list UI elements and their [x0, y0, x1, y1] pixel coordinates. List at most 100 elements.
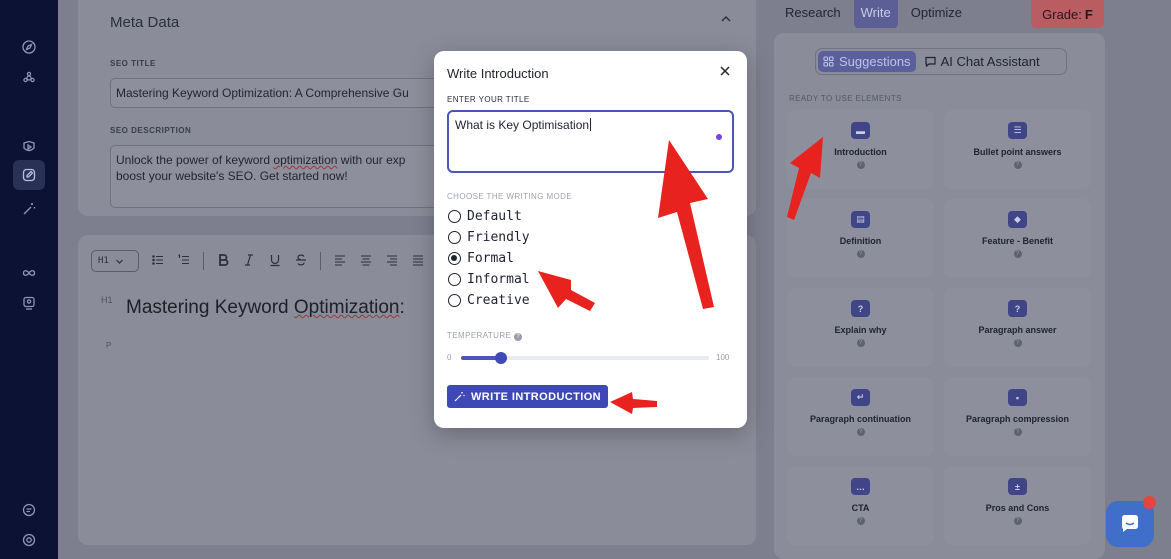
underline-icon[interactable] — [268, 253, 282, 270]
magic-wand-icon — [454, 392, 465, 402]
slider-thumb[interactable] — [494, 352, 507, 364]
infinity-icon[interactable] — [18, 262, 40, 284]
tile-feature-benefit[interactable]: ◆ Feature - Benefit ? — [944, 199, 1091, 278]
mode-friendly[interactable]: Friendly — [448, 230, 530, 245]
title-input-label: ENTER YOUR TITLE — [447, 95, 530, 104]
mode-label: Default — [467, 209, 522, 224]
italic-icon[interactable] — [242, 253, 256, 270]
mode-label: Formal — [467, 251, 514, 266]
write-introduction-button[interactable]: WRITE INTRODUCTION — [447, 385, 608, 408]
editor-toolbar: H1 — [91, 249, 425, 273]
ai-chat-label: AI Chat Assistant — [940, 54, 1040, 69]
help-icon[interactable]: ? — [856, 250, 865, 258]
tile-paragraph-answer[interactable]: ? Paragraph answer ? — [944, 288, 1091, 367]
notification-dot — [1143, 496, 1156, 509]
paragraph-answer-icon: ? — [1008, 300, 1027, 317]
shield-play-icon[interactable] — [18, 136, 40, 158]
edit-icon[interactable] — [13, 160, 45, 190]
seo-description-label: SEO DESCRIPTION — [110, 126, 192, 135]
tab-optimize[interactable]: Optimize — [904, 0, 969, 28]
editor-heading-text-c: : — [399, 297, 405, 318]
ready-elements-label: READY TO USE ELEMENTS — [789, 94, 902, 103]
align-left-icon[interactable] — [333, 253, 347, 270]
slider-min: 0 — [447, 353, 452, 362]
heading-select[interactable]: H1 — [91, 250, 139, 272]
bold-icon[interactable] — [216, 253, 230, 270]
tile-label: Pros and Cons — [985, 503, 1050, 513]
tile-explain-why[interactable]: ? Explain why ? — [787, 288, 934, 367]
suggestions-toggle[interactable]: Suggestions — [818, 51, 916, 72]
chevron-up-icon[interactable] — [720, 12, 732, 24]
write-introduction-label: WRITE INTRODUCTION — [470, 390, 602, 403]
align-right-icon[interactable] — [385, 253, 399, 270]
paragraph-compression-icon: ▪ — [1008, 389, 1027, 406]
editor-heading[interactable]: Mastering Keyword Optimization: — [126, 297, 405, 319]
editor-heading-text-a: Mastering Keyword — [126, 297, 294, 318]
mode-label: Informal — [467, 272, 530, 287]
help-icon[interactable]: ? — [1013, 339, 1022, 347]
tile-definition[interactable]: ▤ Definition ? — [787, 199, 934, 278]
tile-paragraph-compression[interactable]: ▪ Paragraph compression ? — [944, 377, 1091, 456]
help-icon[interactable]: ? — [514, 333, 523, 341]
radio-button[interactable] — [448, 273, 461, 286]
close-icon[interactable] — [718, 64, 732, 78]
tile-label: Introduction — [834, 147, 887, 157]
help-circle-icon[interactable] — [18, 529, 40, 551]
chat-icon[interactable] — [18, 499, 40, 521]
temperature-slider[interactable] — [461, 352, 709, 364]
mode-label: Creative — [467, 293, 530, 308]
bullet-list-icon: ☰ — [1008, 122, 1027, 139]
numbered-list-icon[interactable] — [177, 253, 191, 270]
writing-mode-label: CHOOSE THE WRITING MODE — [447, 192, 573, 201]
mode-formal[interactable]: Formal — [448, 251, 514, 266]
tile-bullet-point-answers[interactable]: ☰ Bullet point answers ? — [944, 110, 1091, 189]
seo-title-label: SEO TITLE — [110, 59, 156, 68]
align-center-icon[interactable] — [359, 253, 373, 270]
radio-button[interactable] — [448, 231, 461, 244]
mode-informal[interactable]: Informal — [448, 272, 530, 287]
seo-description-text-a: Unlock the power of keyword — [116, 153, 274, 167]
editor-heading-text-b: Optimization — [293, 297, 400, 318]
suggestions-panel: Suggestions AI Chat Assistant READY TO U… — [774, 33, 1105, 559]
feature-benefit-icon: ◆ — [1008, 211, 1027, 228]
bullet-list-icon[interactable] — [151, 253, 165, 270]
help-icon[interactable]: ? — [1013, 517, 1022, 525]
tile-introduction[interactable]: ▬ Introduction ? — [787, 110, 934, 189]
tile-pros-and-cons[interactable]: ± Pros and Cons ? — [944, 466, 1091, 545]
tile-label: Definition — [839, 236, 882, 246]
mode-default[interactable]: Default — [448, 209, 522, 224]
strikethrough-icon[interactable] — [294, 253, 308, 270]
help-icon[interactable]: ? — [1013, 428, 1022, 436]
pros-cons-icon: ± — [1008, 478, 1027, 495]
tab-research[interactable]: Research — [778, 0, 848, 28]
help-icon[interactable]: ? — [856, 161, 865, 169]
radio-button[interactable] — [448, 294, 461, 307]
magic-wand-icon[interactable] — [18, 198, 40, 220]
chat-bubble-icon — [1122, 515, 1138, 532]
left-rail — [0, 0, 58, 559]
tile-paragraph-continuation[interactable]: ↵ Paragraph continuation ? — [787, 377, 934, 456]
definition-icon: ▤ — [851, 211, 870, 228]
top-tabs: Research Write Optimize — [778, 0, 969, 28]
grammar-dot-icon — [716, 134, 722, 140]
mode-creative[interactable]: Creative — [448, 293, 530, 308]
radio-button[interactable] — [448, 210, 461, 223]
help-icon[interactable]: ? — [856, 339, 865, 347]
title-input[interactable]: What is Key Optimisation — [447, 110, 734, 173]
radio-button-checked[interactable] — [448, 252, 461, 265]
tile-label: Bullet point answers — [973, 147, 1062, 157]
tab-write[interactable]: Write — [853, 0, 898, 28]
paragraph-continuation-icon: ↵ — [851, 389, 870, 406]
chevron-down-icon — [115, 259, 123, 264]
ai-chat-toggle[interactable]: AI Chat Assistant — [920, 51, 1045, 72]
align-justify-icon[interactable] — [411, 253, 425, 270]
help-icon[interactable]: ? — [856, 428, 865, 436]
monitor-icon[interactable] — [18, 292, 40, 314]
help-icon[interactable]: ? — [856, 517, 865, 525]
panel-mode-toggle: Suggestions AI Chat Assistant — [815, 48, 1067, 75]
tile-cta[interactable]: … CTA ? — [787, 466, 934, 545]
help-icon[interactable]: ? — [1013, 161, 1022, 169]
compass-icon[interactable] — [18, 36, 40, 58]
help-icon[interactable]: ? — [1013, 250, 1022, 258]
gear-flower-icon[interactable] — [18, 67, 40, 89]
